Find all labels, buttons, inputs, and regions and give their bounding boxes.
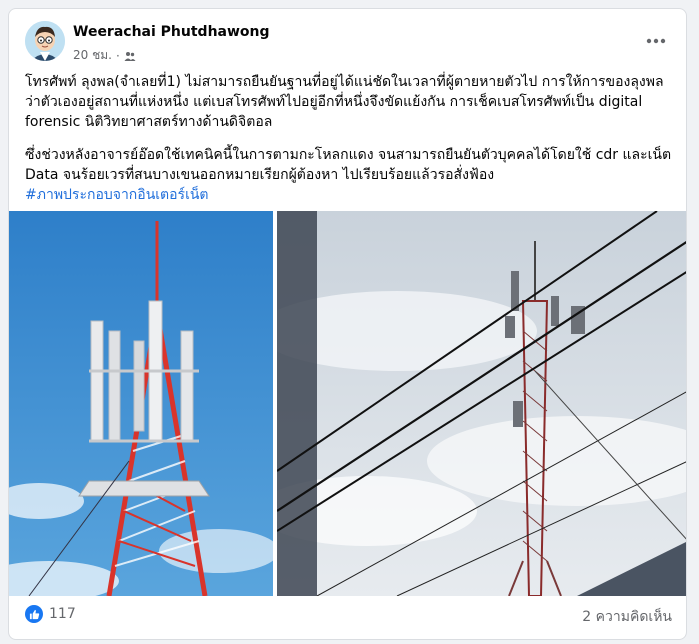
reaction-summary[interactable]: 117 (25, 605, 76, 623)
post-footer: 117 2 ความคิดเห็น (9, 596, 686, 639)
avatar-cartoon-icon (25, 21, 65, 61)
more-options-button[interactable] (638, 23, 674, 59)
post-header: Weerachai Phutdhawong 20 ชม. · (25, 21, 674, 65)
friends-icon[interactable] (124, 50, 136, 62)
photo-tower-2[interactable] (277, 211, 686, 596)
thumbs-up-icon (29, 609, 39, 619)
like-icon (25, 605, 43, 623)
like-count: 117 (49, 606, 76, 622)
post-paragraph-1: โทรศัพท์ ลุงพล(จำเลยที่1) ไม่สามารถยืนยั… (25, 74, 664, 130)
post-paragraph-2: ซึ่งช่วงหลังอาจารย์อ๊อดใช้เทคนิคนี้ในการ… (25, 147, 672, 183)
tower-photo-left (9, 211, 273, 596)
more-horizontal-icon (646, 38, 666, 44)
photo-tower-1[interactable] (9, 211, 273, 596)
comments-count-link[interactable]: 2 ความคิดเห็น (582, 606, 672, 628)
tower-photo-right (277, 211, 686, 596)
post-card: Weerachai Phutdhawong 20 ชม. · โทรศัพท์ … (8, 8, 687, 640)
post-meta: 20 ชม. · (73, 46, 136, 65)
meta-separator: · (115, 48, 120, 63)
avatar[interactable] (25, 21, 65, 61)
post-body: โทรศัพท์ ลุงพล(จำเลยที่1) ไม่สามารถยืนยั… (25, 72, 675, 205)
hashtag-link[interactable]: #ภาพประกอบจากอินเตอร์เน็ต (25, 185, 675, 205)
photo-grid (9, 211, 686, 596)
post-time[interactable]: 20 ชม. (73, 46, 112, 65)
author-name[interactable]: Weerachai Phutdhawong (73, 24, 270, 40)
